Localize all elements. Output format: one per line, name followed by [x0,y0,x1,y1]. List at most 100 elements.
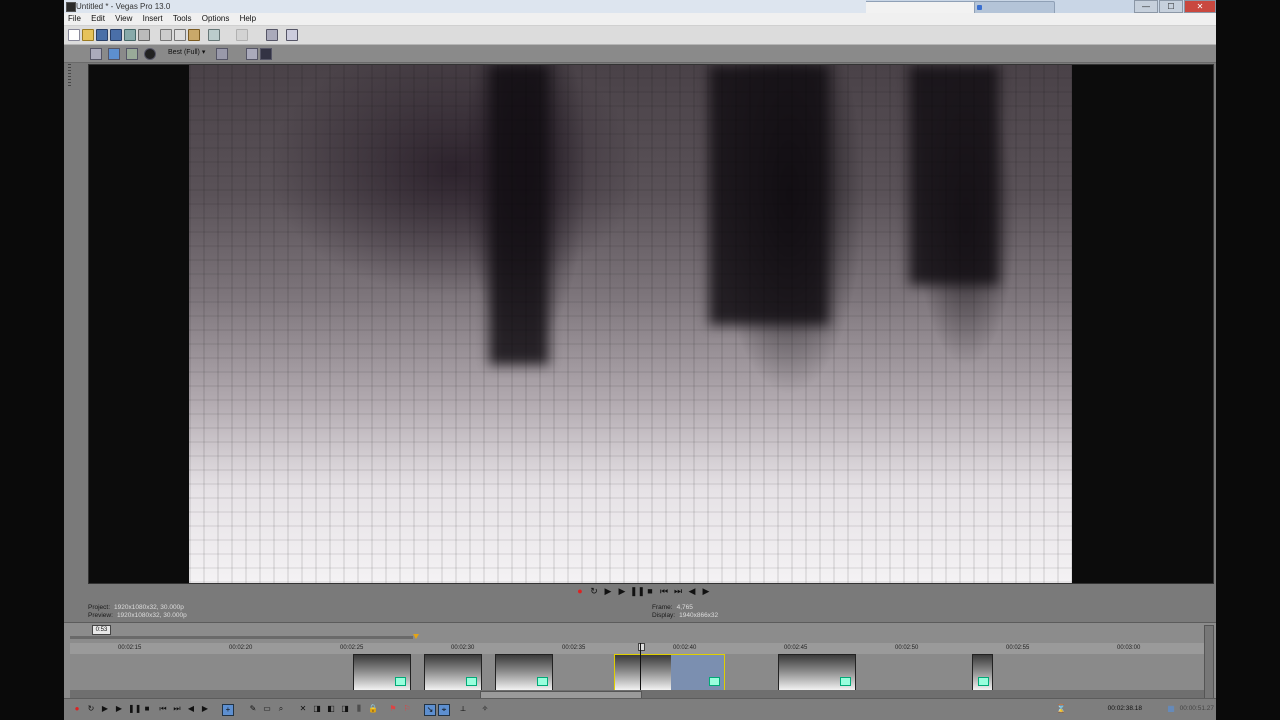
normal-edit-tool-icon[interactable]: + [222,704,234,716]
enable-snapping-icon[interactable] [266,29,278,41]
marker-icon[interactable]: ⚑ [388,704,398,714]
save-as-icon[interactable] [110,29,122,41]
playhead-cursor[interactable] [640,643,641,693]
undo-icon[interactable] [208,29,220,41]
split-icon[interactable]: ⫼ [354,704,364,714]
event-fx-icon[interactable] [840,677,851,686]
paste-icon[interactable] [188,29,200,41]
loop-region-bar[interactable] [70,636,413,639]
close-button[interactable]: ✕ [1184,0,1216,13]
region-icon[interactable]: ⚐ [402,704,412,714]
project-value: 1920x1080x32, 30.000p [114,604,184,611]
next-frame-button[interactable]: ▶ [200,704,210,714]
save-icon[interactable] [96,29,108,41]
overlays-icon[interactable] [216,48,228,60]
play-from-start-button[interactable]: ▶ [100,704,110,714]
menu-insert[interactable]: Insert [139,13,167,25]
menu-view[interactable]: View [111,13,136,25]
go-to-end-button[interactable]: ⏭ [672,585,684,597]
cursor-time: 00:02:38.18 [1107,705,1142,712]
external-monitor-icon[interactable] [108,48,120,60]
preview-properties-icon[interactable] [90,48,102,60]
render-icon[interactable] [124,29,136,41]
zoom-tool-icon[interactable]: ⌕ [276,704,286,714]
preview-quality-select[interactable]: Best (Full) ▾ [168,48,205,58]
project-info-left: Project: 1920x1080x32, 30.000p Preview: 19… [88,604,187,620]
play-button[interactable]: ▶ [114,704,124,714]
video-clip-selected[interactable] [614,654,725,691]
trim-end-icon[interactable]: ◨ [340,704,350,714]
marker-icon[interactable] [413,634,419,639]
stop-button[interactable]: ■ [142,704,152,714]
frame-label: Frame: [652,604,673,611]
event-fx-icon[interactable] [466,677,477,686]
selection-tool-icon[interactable]: ▭ [262,704,272,714]
timeline-vertical-scrollbar[interactable] [1204,625,1214,699]
stop-button[interactable]: ■ [644,585,656,597]
properties-icon[interactable] [138,29,150,41]
go-to-start-button[interactable]: ⏮ [158,704,168,714]
trim-icon[interactable]: ◨ [312,704,322,714]
auto-ripple-icon[interactable]: ↘ [424,704,436,716]
lock-icon[interactable]: 🔒 [368,704,378,714]
menu-edit[interactable]: Edit [87,13,109,25]
main-toolbar [64,26,1216,45]
save-snapshot-icon[interactable] [260,48,272,60]
event-fx-icon[interactable] [395,677,406,686]
event-fx-icon[interactable] [709,677,720,686]
play-from-start-button[interactable]: ▶ [602,585,614,597]
envelope-tool-icon[interactable]: ✎ [248,704,258,714]
redo-icon[interactable] [236,29,248,41]
go-to-start-button[interactable]: ⏮ [658,585,670,597]
video-clip[interactable] [495,654,553,691]
menu-file[interactable]: File [64,13,85,25]
crossfade-icon[interactable]: ⟂ [458,704,468,714]
snapping-icon[interactable]: ⌖ [438,704,450,716]
event-fx-icon[interactable] [978,677,989,686]
ruler-tick: 00:02:40 [673,645,697,651]
copy-snapshot-icon[interactable] [246,48,258,60]
timeline-horizontal-scrollbar[interactable] [70,690,1204,699]
next-frame-button[interactable]: ▶ [700,585,712,597]
menu-bar: File Edit View Insert Tools Options Help [64,13,1216,26]
video-clip[interactable] [353,654,411,691]
maximize-button[interactable]: ☐ [1159,0,1183,13]
event-fx-icon[interactable] [537,677,548,686]
cut-icon[interactable] [160,29,172,41]
new-icon[interactable] [68,29,80,41]
delete-icon[interactable]: ✕ [298,704,308,714]
record-button[interactable]: ● [574,585,586,597]
menu-help[interactable]: Help [236,13,260,25]
trim-start-icon[interactable]: ◧ [326,704,336,714]
minimize-button[interactable]: — [1134,0,1158,13]
display-label: Display: [652,612,676,619]
video-fx-icon[interactable] [126,48,138,60]
loop-playback-button[interactable]: ↻ [588,585,600,597]
display-value: 1940x866x32 [679,612,719,619]
frame-value: 4,765 [676,604,693,611]
go-to-end-button[interactable]: ⏭ [172,704,182,714]
play-button[interactable]: ▶ [616,585,628,597]
previous-frame-button[interactable]: ◀ [686,585,698,597]
pause-button[interactable]: ❚❚ [128,704,141,714]
ruler-tick: 00:02:35 [562,645,586,651]
timecode-box[interactable]: 0:53 [92,625,111,635]
lock-envelopes-icon[interactable]: ✧ [480,704,490,714]
menu-tools[interactable]: Tools [169,13,196,25]
pixel-grid-overlay [189,65,1072,583]
menu-options[interactable]: Options [198,13,234,25]
whats-this-icon[interactable] [286,29,298,41]
video-clip[interactable] [424,654,482,691]
dock-grip[interactable] [68,64,71,86]
loop-button[interactable]: ↻ [86,704,96,714]
title-bar: Untitled * - Vegas Pro 13.0 [64,0,866,13]
video-clip[interactable] [778,654,856,691]
pause-button[interactable]: ❚❚ [630,585,645,597]
split-screen-icon[interactable] [144,48,156,60]
open-icon[interactable] [82,29,94,41]
copy-icon[interactable] [174,29,186,41]
previous-frame-button[interactable]: ◀ [186,704,196,714]
record-button[interactable]: ● [72,704,82,714]
ruler-tick: 00:02:50 [895,645,919,651]
video-clip[interactable] [972,654,993,691]
